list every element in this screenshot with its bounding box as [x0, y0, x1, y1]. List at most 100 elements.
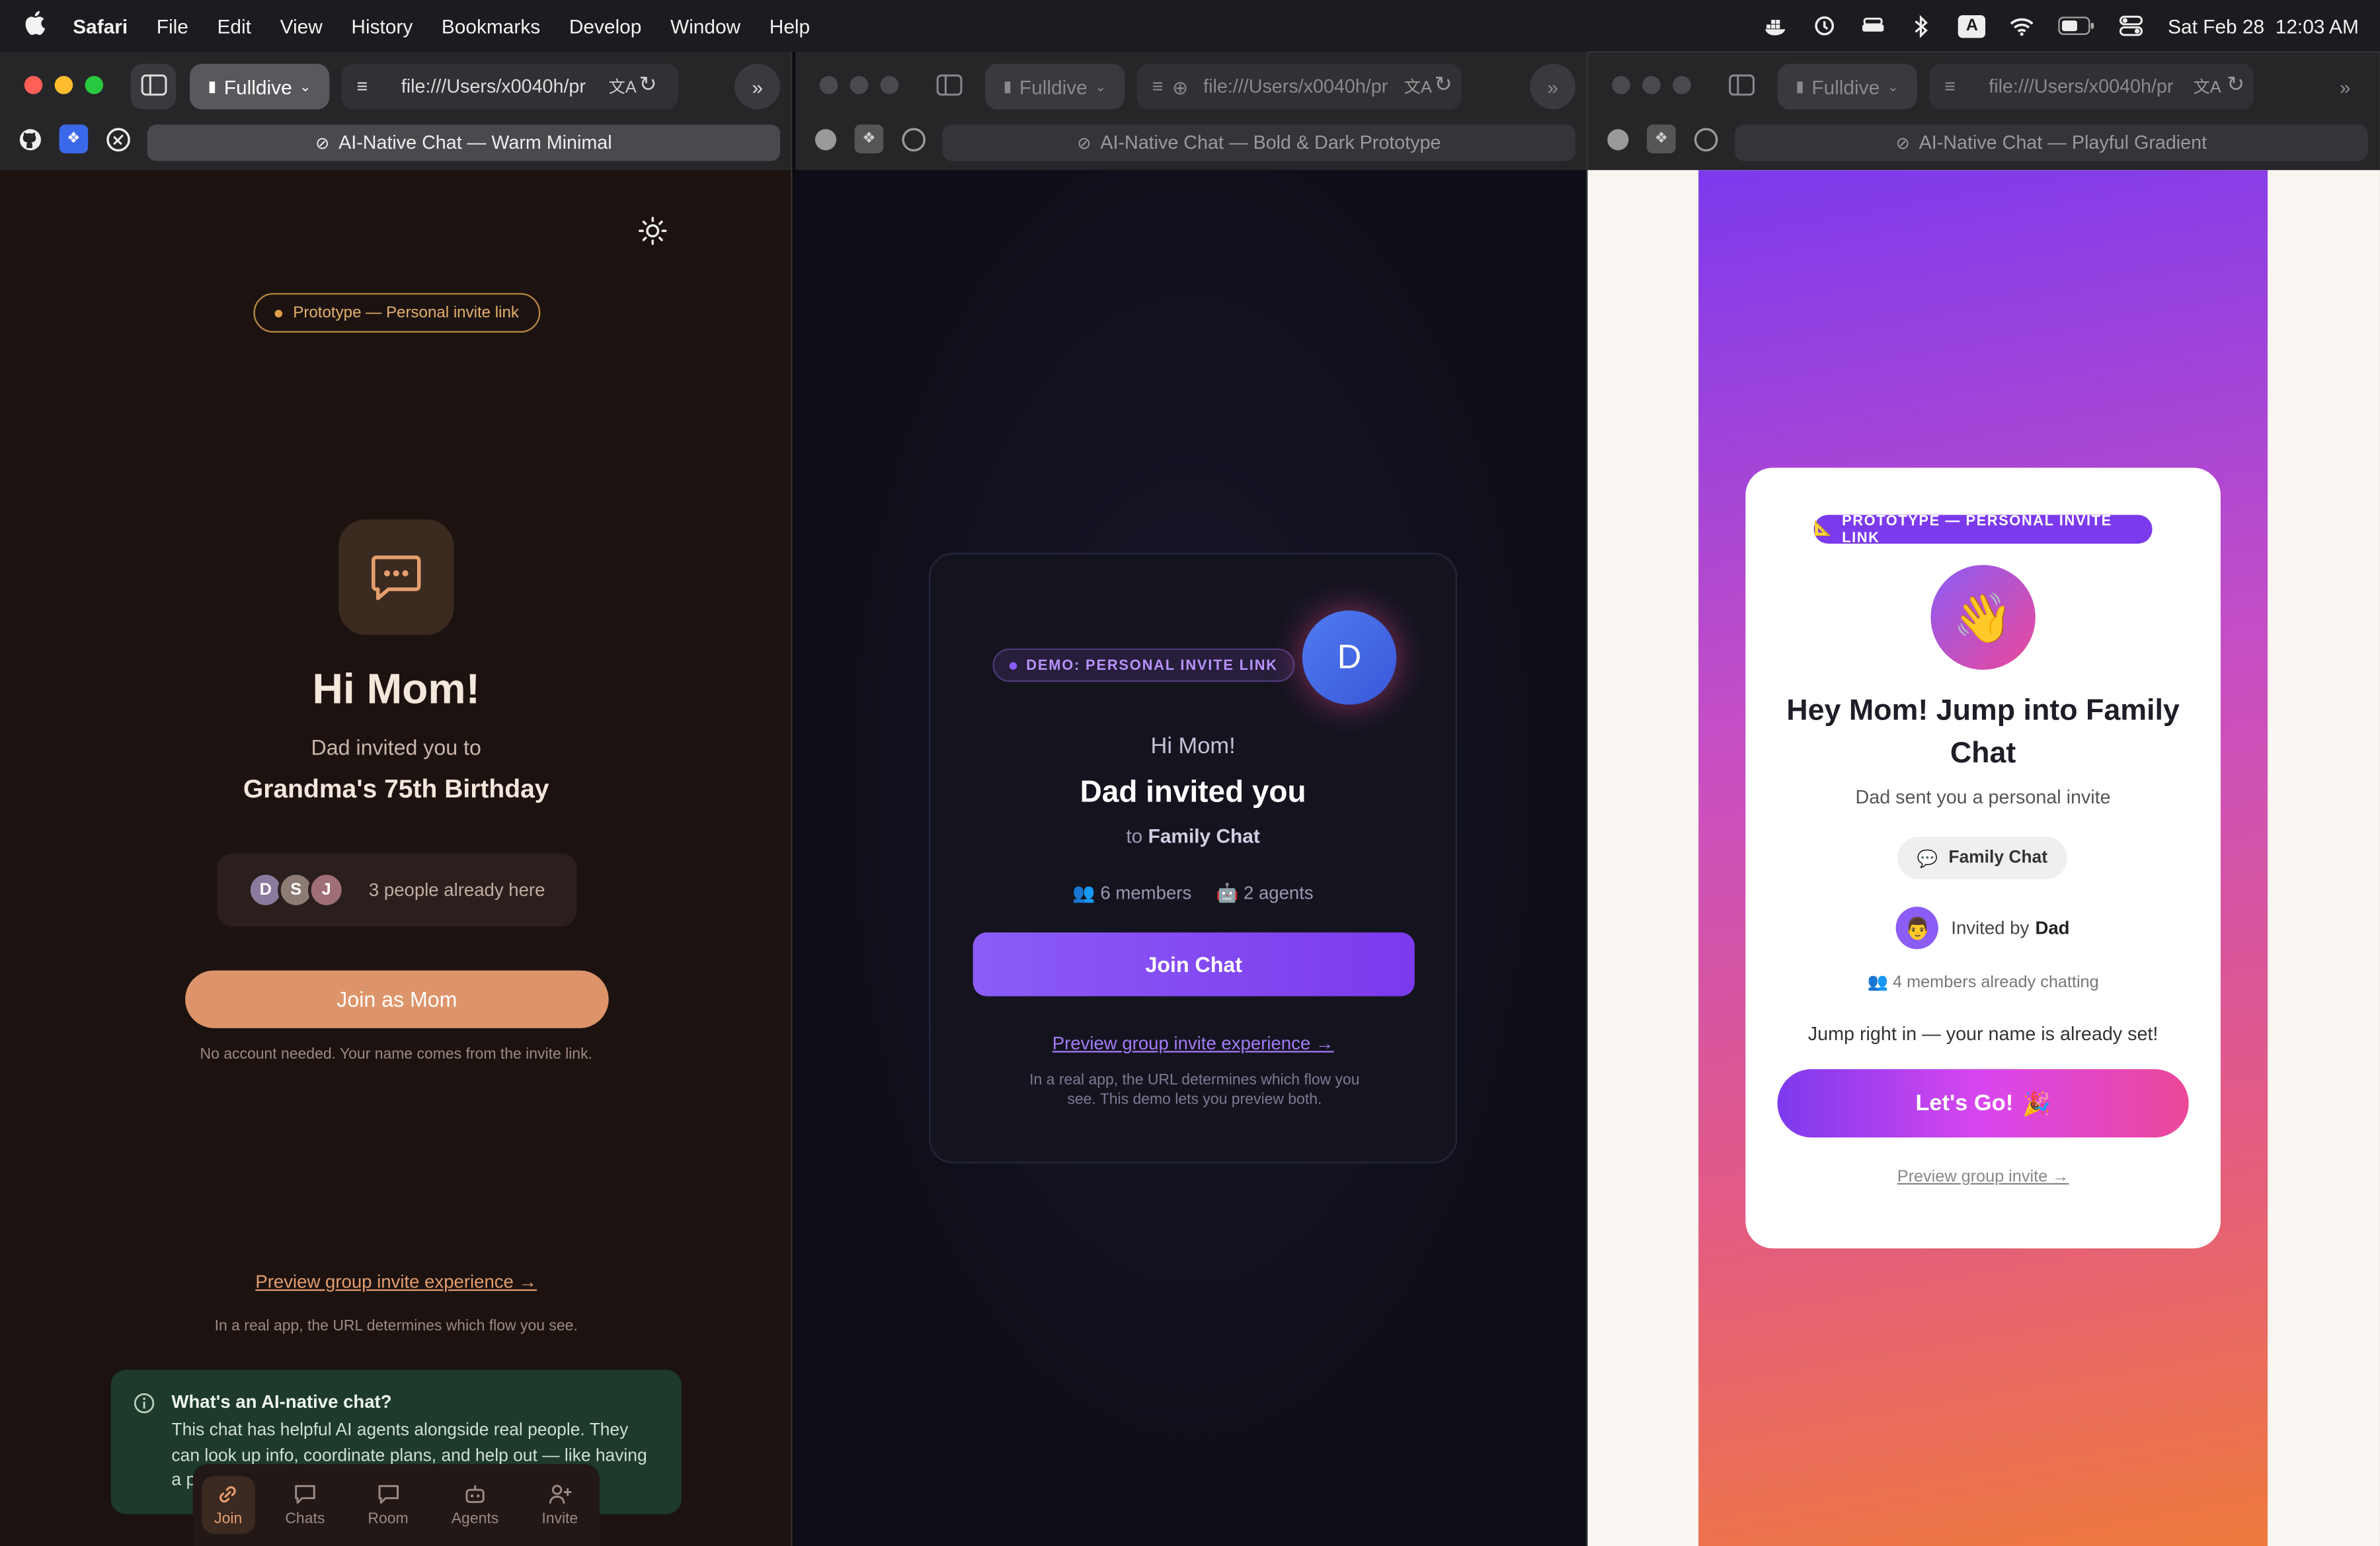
profile-icon: ▮: [1796, 78, 1804, 95]
github-icon[interactable]: [15, 124, 44, 153]
lets-go-button[interactable]: Let's Go! 🎉: [1777, 1069, 2189, 1138]
info-icon: [134, 1393, 155, 1418]
active-tab[interactable]: ⊘ AI-Native Chat — Bold & Dark Prototype: [942, 124, 1576, 161]
profile-label: Fulldive: [1811, 75, 1880, 99]
profile-button[interactable]: ▮ Fulldive ⌄: [985, 63, 1125, 110]
translate-icon[interactable]: 文A: [608, 74, 637, 99]
openai-icon[interactable]: [1691, 124, 1720, 153]
chat-chip-label: Family Chat: [1948, 848, 2048, 868]
app-shortcut-icon[interactable]: ❖: [854, 124, 884, 153]
chat-name: Family Chat: [1148, 825, 1260, 848]
nav-agents[interactable]: Agents: [439, 1476, 510, 1533]
more-tabs-button[interactable]: »: [2322, 63, 2368, 109]
url-text: file:///Users/x0040h/pr: [1989, 75, 2174, 97]
sidebar-toggle-button[interactable]: [130, 63, 177, 110]
preview-group-link-label[interactable]: Preview group invite experience →: [1052, 1033, 1334, 1054]
reload-icon[interactable]: ↻: [639, 71, 657, 97]
preview-group-link[interactable]: Preview group invite experience →: [0, 1271, 791, 1292]
reload-icon[interactable]: ↻: [1434, 71, 1452, 97]
preview-group-link-label[interactable]: Preview group invite →: [1897, 1168, 2069, 1186]
menu-view[interactable]: View: [280, 15, 323, 37]
github-icon[interactable]: [1603, 124, 1632, 153]
wifi-icon[interactable]: [2010, 15, 2034, 36]
minimize-window-button[interactable]: [850, 75, 869, 95]
prototype-badge: Prototype — Personal invite link: [253, 293, 541, 333]
bluetooth-icon[interactable]: [1910, 14, 1934, 38]
preview-group-link[interactable]: Preview group invite experience →: [930, 1033, 1455, 1054]
profile-button[interactable]: ▮ Fulldive ⌄: [189, 63, 330, 110]
nav-invite[interactable]: Invite: [530, 1476, 590, 1533]
close-window-button[interactable]: [819, 75, 838, 95]
bed-icon[interactable]: [1861, 15, 1885, 36]
nav-room[interactable]: Room: [356, 1476, 420, 1533]
preview-group-link[interactable]: Preview group invite →: [1745, 1168, 2221, 1186]
more-tabs-button[interactable]: »: [734, 63, 781, 110]
browser-window-dark: ▮ Fulldive ⌄ ≡ ⊕ file:///Users/x0040h/pr 文A …: [795, 52, 1588, 1546]
theme-toggle-icon[interactable]: [637, 216, 668, 253]
translate-icon[interactable]: 文A: [1404, 74, 1432, 99]
openai-icon[interactable]: [898, 124, 928, 153]
reload-icon[interactable]: ↻: [2227, 71, 2245, 97]
members-stat: 👥 6 members: [1072, 882, 1191, 903]
preview-group-link-label[interactable]: Preview group invite experience →: [255, 1271, 537, 1292]
openai-icon[interactable]: [103, 124, 132, 153]
link-icon: [219, 1486, 237, 1503]
sidebar-icon: [1727, 73, 1754, 99]
sidebar-toggle-button[interactable]: [926, 63, 971, 109]
menu-edit[interactable]: Edit: [218, 15, 251, 37]
menu-develop[interactable]: Develop: [569, 15, 642, 37]
minimize-window-button[interactable]: [1642, 75, 1661, 95]
tab-title: AI-Native Chat — Bold & Dark Prototype: [1100, 132, 1441, 153]
double-chevron-icon: »: [2339, 75, 2351, 99]
github-icon[interactable]: [811, 124, 840, 153]
invited-by-text: Dad invited you to: [311, 735, 481, 760]
url-text: file:///Users/x0040h/pr: [401, 75, 586, 97]
profile-button[interactable]: ▮ Fulldive ⌄: [1777, 63, 1917, 110]
invite-headline: Hey Mom! Jump into Family Chat: [1786, 694, 2180, 770]
invite-card: DEMO: PERSONAL INVITE LINK D Hi Mom! Dad…: [929, 552, 1458, 1164]
app-shortcut-icon[interactable]: ❖: [1647, 124, 1676, 153]
apple-icon[interactable]: [24, 11, 46, 41]
more-tabs-button[interactable]: »: [1530, 63, 1576, 110]
zoom-window-button[interactable]: [880, 75, 899, 95]
menu-file[interactable]: File: [157, 15, 188, 37]
nav-join[interactable]: Join: [202, 1476, 255, 1534]
browser-toolbar: ▮ Fulldive ⌄ ≡ file:///Users/x0040h/pr 文A ↻…: [0, 52, 791, 171]
zoom-window-button[interactable]: [85, 75, 104, 95]
members-count: 4 members already chatting: [1893, 973, 2099, 992]
app-shortcut-icon[interactable]: ❖: [59, 124, 89, 153]
profile-icon: ▮: [208, 78, 217, 95]
minimize-window-button[interactable]: [54, 75, 73, 95]
active-tab[interactable]: ⊘ AI-Native Chat — Playful Gradient: [1735, 124, 2368, 161]
nav-chats[interactable]: Chats: [273, 1476, 337, 1533]
menu-history[interactable]: History: [351, 15, 413, 37]
zoom-window-button[interactable]: [1673, 75, 1691, 95]
favorites-bar: ❖: [811, 124, 928, 153]
menu-window[interactable]: Window: [670, 15, 740, 37]
lets-go-label: Let's Go!: [1915, 1090, 2014, 1117]
join-chat-button[interactable]: Join Chat: [972, 932, 1415, 997]
chat-chip: 💬 Family Chat: [1897, 836, 2068, 879]
join-as-mom-button[interactable]: Join as Mom: [185, 970, 609, 1028]
menu-bookmarks[interactable]: Bookmarks: [442, 15, 540, 37]
battery-icon[interactable]: [2058, 15, 2095, 36]
inviter-row: 👨 Invited by Dad: [1745, 905, 2221, 951]
close-window-button[interactable]: [24, 75, 43, 95]
time-machine-icon[interactable]: [1813, 15, 1837, 36]
chevron-down-icon: ⌄: [1887, 78, 1899, 94]
control-center-icon[interactable]: [2120, 15, 2144, 36]
active-tab[interactable]: ⊘ AI-Native Chat — Warm Minimal: [147, 124, 781, 161]
badge-dot: [274, 309, 283, 317]
translate-icon[interactable]: 文A: [2193, 74, 2221, 99]
sidebar-toggle-button[interactable]: [1718, 63, 1764, 109]
invite-subtitle: Dad sent you a personal invite: [1855, 786, 2111, 808]
close-window-button[interactable]: [1612, 75, 1630, 95]
input-source-icon[interactable]: A: [1958, 14, 1986, 38]
menu-help[interactable]: Help: [770, 15, 810, 37]
favorites-bar: ❖: [1603, 124, 1720, 153]
menu-clock[interactable]: Sat Feb 28 12:03 AM: [2168, 15, 2359, 37]
menu-app-name[interactable]: Safari: [73, 15, 128, 37]
no-account-note: No account needed. Your name comes from …: [200, 1046, 592, 1063]
double-chevron-icon: »: [752, 75, 763, 99]
docker-icon[interactable]: [1764, 15, 1788, 36]
